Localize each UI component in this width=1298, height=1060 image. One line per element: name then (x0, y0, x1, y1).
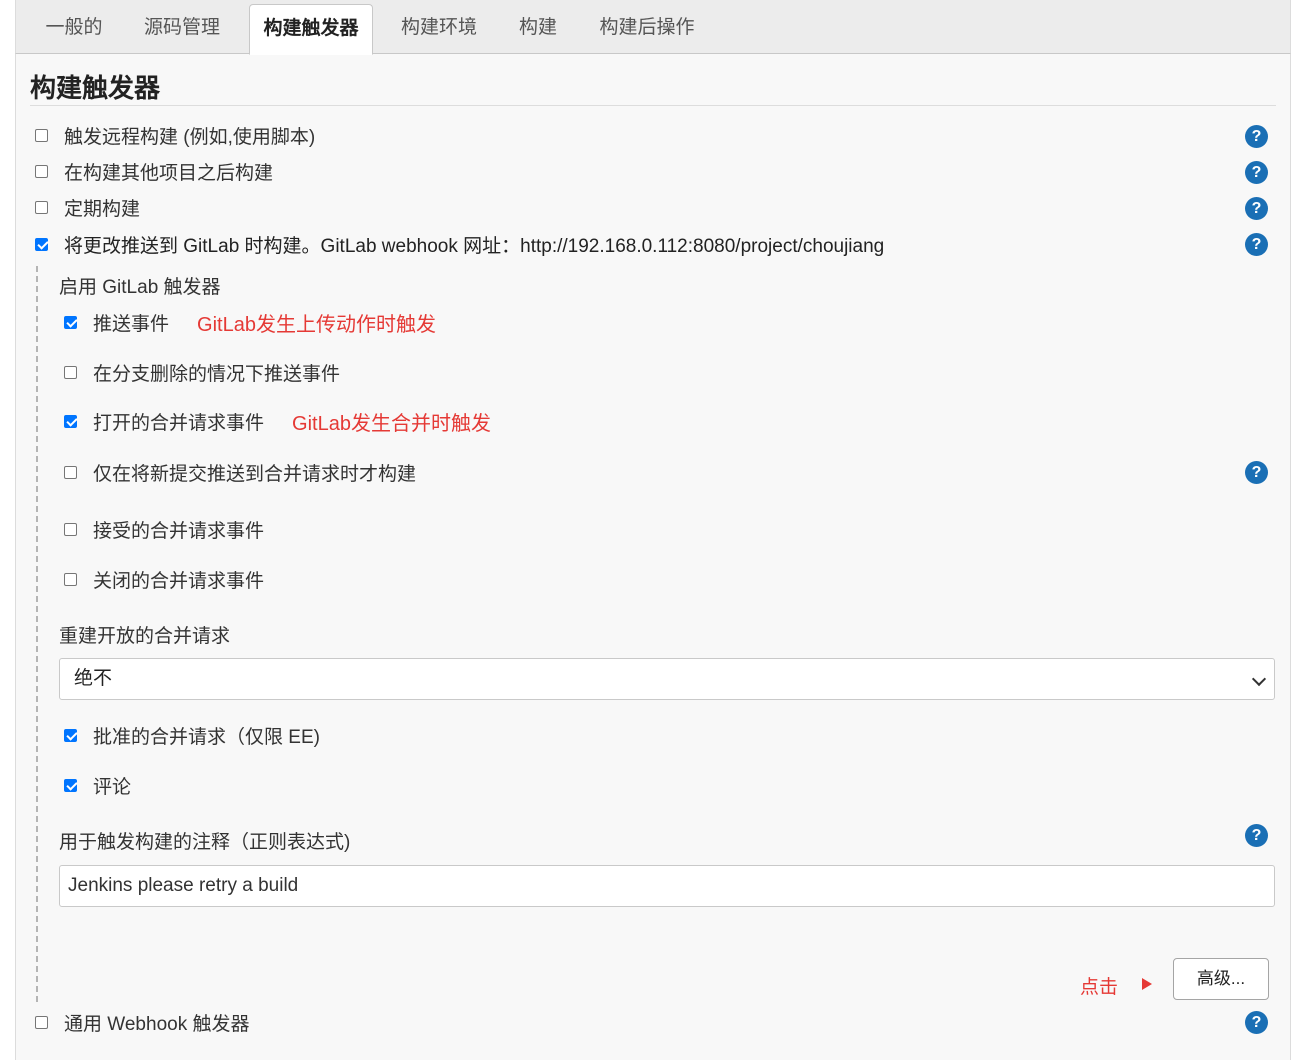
trigger-periodic-checkbox[interactable] (35, 200, 48, 214)
comments-checkbox[interactable] (64, 778, 77, 792)
option-push-on-branch-delete[interactable]: 在分支删除的情况下推送事件 (64, 359, 340, 385)
trigger-remote-checkbox[interactable] (35, 128, 48, 142)
tab-build-triggers[interactable]: 构建触发器 (249, 4, 373, 55)
opened-mr-annotation: GitLab发生合并时触发 (292, 412, 491, 435)
push-events-label: 推送事件 (93, 313, 170, 335)
branch-delete-label: 在分支删除的情况下推送事件 (93, 363, 341, 385)
branch-delete-checkbox[interactable] (64, 365, 77, 379)
help-icon[interactable]: ? (1245, 197, 1268, 220)
closed-mr-checkbox[interactable] (64, 572, 77, 586)
trigger-periodic-label: 定期构建 (64, 198, 141, 220)
section-divider (30, 105, 1276, 106)
option-push-events[interactable]: 推送事件 GitLab发生上传动作时触发 (64, 309, 436, 336)
closed-mr-label: 关闭的合并请求事件 (93, 570, 265, 592)
comment-regex-label: 用于触发构建的注释（正则表达式) (59, 832, 351, 853)
generic-webhook-label: 通用 Webhook 触发器 (64, 1013, 250, 1035)
chevron-down-icon (1251, 671, 1267, 687)
rebuild-open-mr-value: 绝不 (74, 668, 113, 689)
tab-build[interactable]: 构建 (510, 4, 566, 53)
trigger-remote[interactable]: 触发远程构建 (例如,使用脚本) (35, 122, 315, 148)
tab-build-environment[interactable]: 构建环境 (394, 4, 484, 53)
trigger-after-other[interactable]: 在构建其他项目之后构建 (35, 158, 273, 184)
push-events-annotation: GitLab发生上传动作时触发 (197, 313, 436, 336)
new-commits-label: 仅在将新提交推送到合并请求时才构建 (93, 463, 417, 485)
help-icon[interactable]: ? (1245, 461, 1268, 484)
arrow-right-icon (1142, 978, 1152, 990)
trigger-after-other-checkbox[interactable] (35, 164, 48, 178)
trigger-generic-webhook[interactable]: 通用 Webhook 触发器 (35, 1009, 249, 1035)
option-comments[interactable]: 评论 (64, 772, 131, 798)
trigger-after-other-label: 在构建其他项目之后构建 (64, 162, 274, 184)
generic-webhook-checkbox[interactable] (35, 1015, 48, 1029)
option-closed-mr-events[interactable]: 关闭的合并请求事件 (64, 566, 264, 592)
new-commits-checkbox[interactable] (64, 465, 77, 479)
trigger-periodic[interactable]: 定期构建 (35, 194, 140, 220)
help-icon[interactable]: ? (1245, 233, 1268, 256)
rebuild-open-mr-label: 重建开放的合并请求 (59, 626, 231, 647)
help-icon[interactable]: ? (1245, 1011, 1268, 1034)
tab-source-control[interactable]: 源码管理 (136, 4, 228, 53)
gitlab-heading: 启用 GitLab 触发器 (59, 277, 221, 298)
click-annotation: 点击 (1080, 977, 1119, 998)
tab-post-build[interactable]: 构建后操作 (592, 4, 702, 53)
comments-label: 评论 (93, 776, 132, 798)
config-tabbar: 一般的 源码管理 构建触发器 构建环境 构建 构建后操作 (15, 0, 1291, 55)
option-accepted-mr-events[interactable]: 接受的合并请求事件 (64, 516, 264, 542)
opened-mr-label: 打开的合并请求事件 (93, 412, 265, 434)
rebuild-open-mr-select[interactable]: 绝不 (59, 658, 1275, 700)
trigger-remote-label: 触发远程构建 (例如,使用脚本) (64, 126, 316, 148)
trigger-gitlab-push-checkbox[interactable] (35, 237, 48, 251)
approved-mr-label: 批准的合并请求（仅限 EE) (93, 726, 320, 748)
comment-regex-input[interactable]: Jenkins please retry a build (59, 865, 1275, 907)
accepted-mr-label: 接受的合并请求事件 (93, 520, 265, 542)
trigger-gitlab-push[interactable]: 将更改推送到 GitLab 时构建。GitLab webhook 网址：http… (35, 231, 884, 257)
accepted-mr-checkbox[interactable] (64, 522, 77, 536)
section-title: 构建触发器 (30, 73, 161, 103)
option-build-only-new-commits[interactable]: 仅在将新提交推送到合并请求时才构建 (64, 459, 416, 485)
approved-mr-checkbox[interactable] (64, 728, 77, 742)
option-approved-mr[interactable]: 批准的合并请求（仅限 EE) (64, 722, 320, 748)
trigger-gitlab-push-label: 将更改推送到 GitLab 时构建。GitLab webhook 网址：http… (64, 235, 885, 257)
help-icon[interactable]: ? (1245, 824, 1268, 847)
option-opened-mr-events[interactable]: 打开的合并请求事件 GitLab发生合并时触发 (64, 408, 491, 435)
advanced-button[interactable]: 高级... (1173, 958, 1269, 1000)
tab-general[interactable]: 一般的 (34, 4, 114, 53)
opened-mr-checkbox[interactable] (64, 414, 77, 428)
gitlab-section-border (36, 266, 38, 1002)
push-events-checkbox[interactable] (64, 315, 77, 329)
help-icon[interactable]: ? (1245, 125, 1268, 148)
help-icon[interactable]: ? (1245, 161, 1268, 184)
